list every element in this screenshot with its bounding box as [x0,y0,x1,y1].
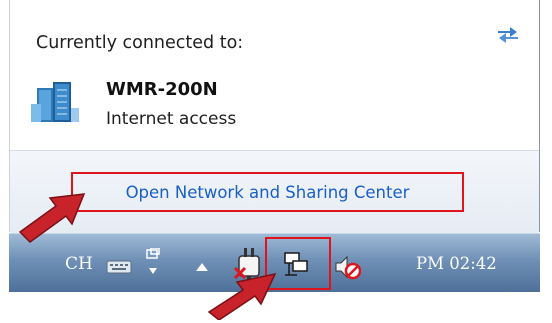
network-tray-icon[interactable] [281,249,311,279]
annotation-arrow-link [18,193,86,243]
keyboard-icon[interactable] [106,258,132,274]
ime-options-icon[interactable] [145,248,161,278]
network-buildings-icon [31,82,79,122]
connected-label: Currently connected to: [36,33,244,53]
refresh-icon[interactable] [494,22,522,46]
open-network-sharing-center-link[interactable]: Open Network and Sharing Center [71,172,464,212]
connection-section: Currently connected to: WMR-200N Interne… [10,0,539,150]
language-indicator[interactable]: CH [65,254,93,274]
clock[interactable]: PM 02:42 [416,254,497,273]
volume-muted-icon[interactable] [333,253,361,281]
network-name[interactable]: WMR-200N [106,79,218,100]
network-status: Internet access [106,109,237,129]
annotation-arrow-tray [207,272,277,320]
